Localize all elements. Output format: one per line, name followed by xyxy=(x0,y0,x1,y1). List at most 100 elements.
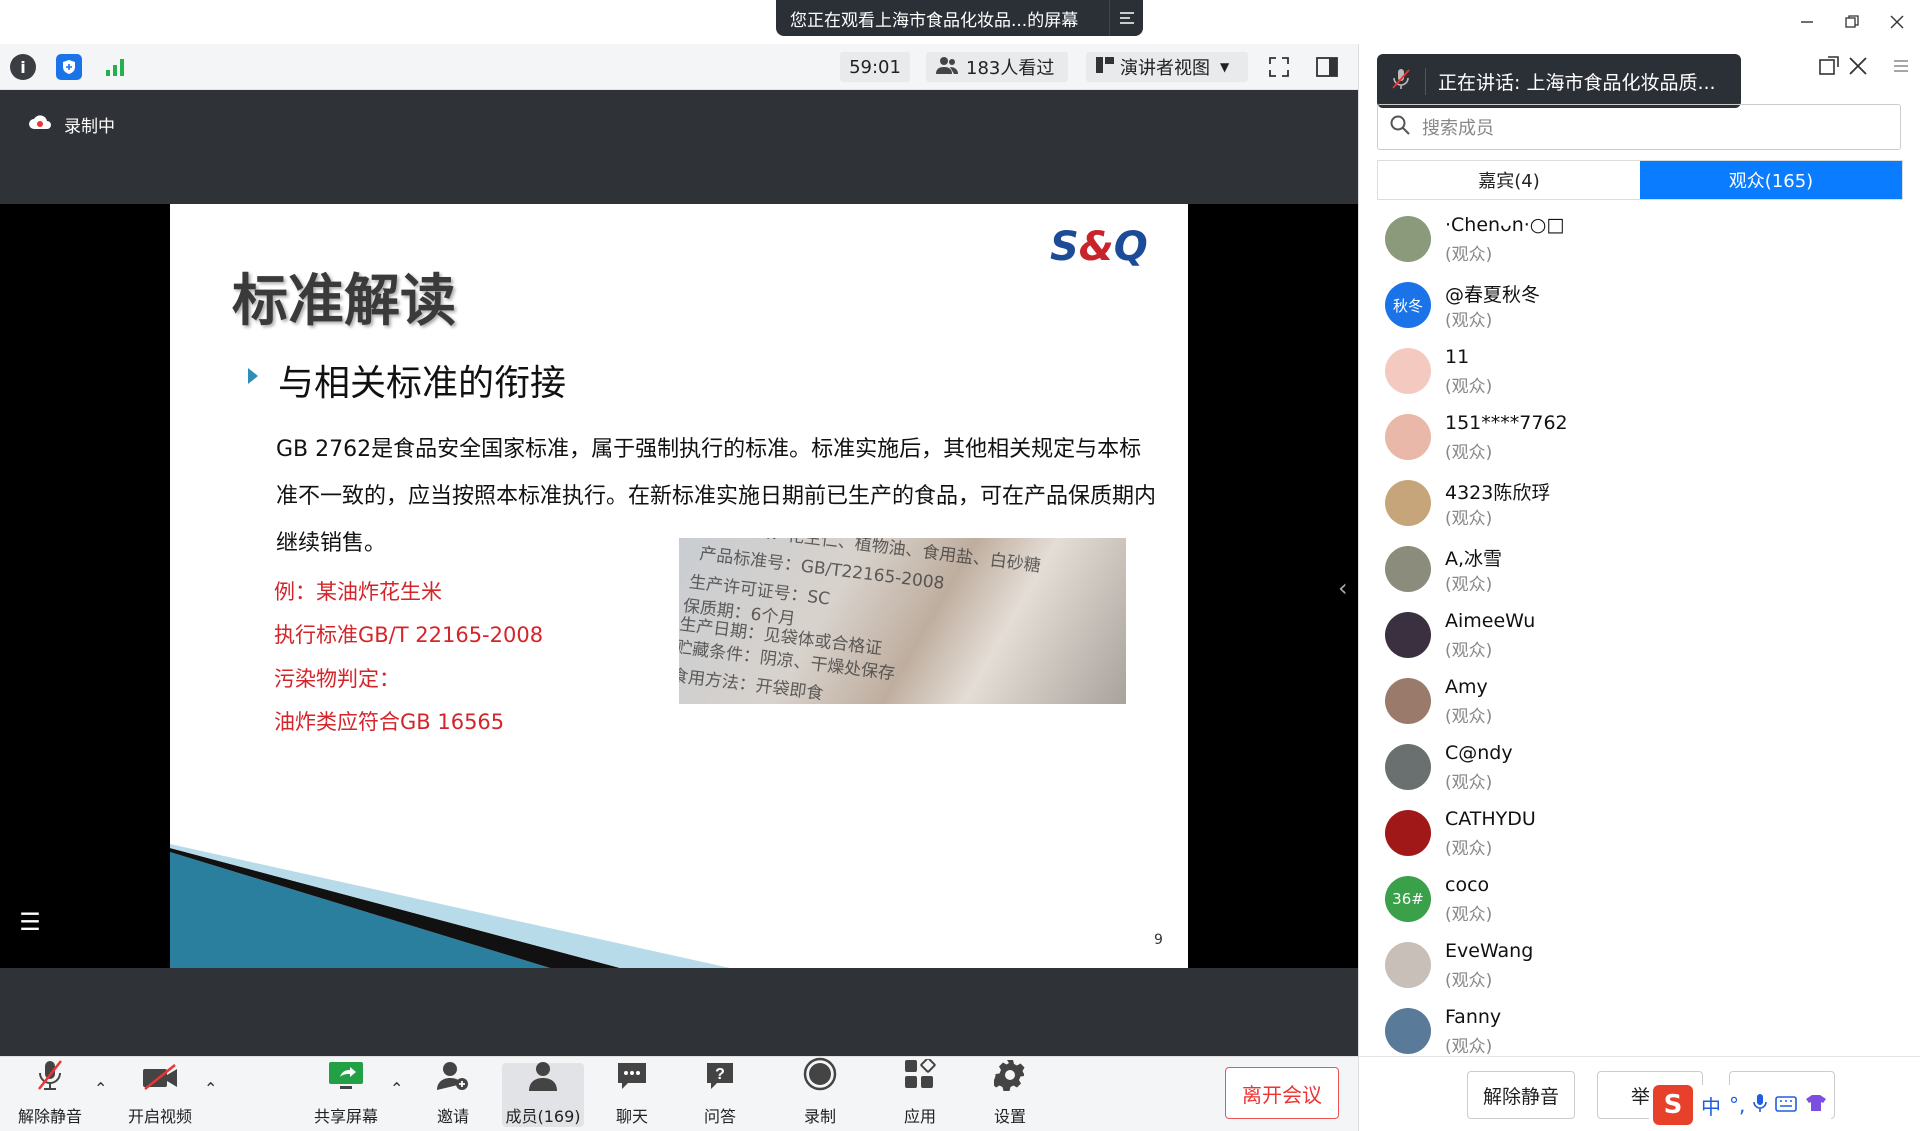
mic-off-icon xyxy=(1377,68,1425,95)
shield-icon[interactable] xyxy=(56,54,82,80)
list-item[interactable]: Amy (观众) xyxy=(1359,670,1920,736)
unmute-button[interactable]: 解除静音 xyxy=(12,1060,88,1127)
list-item[interactable]: 11 (观众) xyxy=(1359,340,1920,406)
unmute-label: 解除静音 xyxy=(17,1107,82,1126)
svg-text:?: ? xyxy=(715,1066,725,1083)
member-name: AimeeWu xyxy=(1445,610,1536,632)
chat-icon xyxy=(616,1061,648,1099)
search-icon xyxy=(1378,115,1422,140)
bullet-arrow-icon xyxy=(248,368,258,384)
member-name: A,冰雪 xyxy=(1445,548,1503,570)
start-video-button[interactable]: 开启视频 xyxy=(122,1063,198,1127)
title-bar: 您正在观看上海市食品化妆品...的屏幕 xyxy=(0,0,1920,44)
list-item[interactable]: AimeeWu (观众) xyxy=(1359,604,1920,670)
share-screen-button[interactable]: 共享屏幕 xyxy=(306,1062,386,1127)
chevron-up-icon[interactable]: ⌃ xyxy=(204,1079,217,1098)
camera-off-icon xyxy=(141,1063,179,1099)
leave-meeting-button[interactable]: 离开会议 xyxy=(1225,1067,1339,1119)
signal-icon[interactable] xyxy=(102,54,128,80)
invite-label: 邀请 xyxy=(436,1107,469,1126)
member-name: CATHYDU xyxy=(1445,808,1536,830)
share-banner-text: 您正在观看上海市食品化妆品...的屏幕 xyxy=(790,10,1079,31)
view-mode-dropdown[interactable]: 演讲者视图 ▼ xyxy=(1086,52,1248,82)
list-item[interactable]: ·Chenᴗn·○□ (观众) xyxy=(1359,208,1920,274)
apps-grid-icon xyxy=(904,1057,936,1099)
sidebar-toggle-icon[interactable] xyxy=(1314,54,1340,80)
cloud-record-icon xyxy=(28,114,52,135)
member-search-input[interactable]: 搜索成员 xyxy=(1377,104,1901,150)
member-role: (观众) xyxy=(1445,971,1493,991)
gear-icon xyxy=(992,1059,1026,1099)
apps-button[interactable]: 应用 xyxy=(882,1057,958,1127)
share-banner[interactable]: 您正在观看上海市食品化妆品...的屏幕 xyxy=(776,0,1143,36)
avatar: 秋冬 xyxy=(1385,282,1431,328)
skin-icon xyxy=(1805,1093,1827,1117)
speaking-tooltip: 正在讲话: 上海市食品化妆品质... xyxy=(1377,54,1741,108)
search-placeholder: 搜索成员 xyxy=(1422,118,1494,139)
close-icon[interactable] xyxy=(1883,8,1911,36)
avatar xyxy=(1385,414,1431,460)
member-name: coco xyxy=(1445,874,1490,896)
viewers-count[interactable]: 183人看过 xyxy=(926,52,1068,82)
avatar xyxy=(1385,612,1431,658)
list-item[interactable]: A,冰雪 (观众) xyxy=(1359,538,1920,604)
member-name: 11 xyxy=(1445,346,1470,368)
member-role: (观众) xyxy=(1445,443,1493,463)
fullscreen-icon[interactable] xyxy=(1266,54,1292,80)
member-role: (观众) xyxy=(1445,839,1493,859)
popout-icon[interactable] xyxy=(1819,56,1839,81)
menu-icon[interactable] xyxy=(1893,54,1909,78)
close-icon[interactable] xyxy=(1849,52,1867,82)
slide-page-number: 9 xyxy=(1154,932,1163,948)
avatar xyxy=(1385,678,1431,724)
avatar xyxy=(1385,480,1431,526)
member-name: ·Chenᴗn·○□ xyxy=(1445,214,1565,236)
chat-button[interactable]: 聊天 xyxy=(594,1063,670,1127)
people-icon xyxy=(936,56,958,79)
chevron-up-icon[interactable]: ⌃ xyxy=(94,1079,107,1098)
member-role: (观众) xyxy=(1445,707,1493,727)
avatar xyxy=(1385,1008,1431,1054)
list-item[interactable]: 36# coco (观众) xyxy=(1359,868,1920,934)
member-role: (观众) xyxy=(1445,1037,1493,1057)
presentation-slide: S&Q 标准解读 与相关标准的衔接 GB 2762是食品安全国家标准，属于强制执… xyxy=(170,204,1188,968)
list-item[interactable]: CATHYDU (观众) xyxy=(1359,802,1920,868)
slide-requirement-line: 油炸类应符合GB 16565 xyxy=(274,710,505,734)
invite-button[interactable]: 邀请 xyxy=(415,1062,491,1127)
ime-punct: °, xyxy=(1729,1093,1746,1117)
avatar xyxy=(1385,546,1431,592)
panel-footer: 解除静音 举手 改名 S 中 °, xyxy=(1359,1056,1920,1131)
list-icon[interactable] xyxy=(1109,0,1143,36)
members-button[interactable]: 成员(169) xyxy=(502,1062,584,1127)
ime-toolbar[interactable]: S 中 °, xyxy=(1649,1085,1832,1125)
sogou-icon: S xyxy=(1653,1085,1693,1125)
list-item[interactable]: 秋冬 @春夏秋冬 (观众) xyxy=(1359,274,1920,340)
slide-list-icon[interactable]: ☰ xyxy=(8,900,52,944)
restore-icon[interactable] xyxy=(1838,8,1866,36)
list-item[interactable]: 151****7762 (观众) xyxy=(1359,406,1920,472)
record-button[interactable]: 录制 xyxy=(782,1057,858,1127)
list-item[interactable]: EveWang (观众) xyxy=(1359,934,1920,1000)
info-icon[interactable]: i xyxy=(10,54,36,80)
avatar xyxy=(1385,942,1431,988)
record-icon xyxy=(803,1057,837,1099)
member-name: 151****7762 xyxy=(1445,412,1568,434)
avatar xyxy=(1385,348,1431,394)
tab-guests[interactable]: 嘉宾(4) xyxy=(1378,161,1640,199)
member-role: (观众) xyxy=(1445,311,1493,331)
tab-audience[interactable]: 观众(165) xyxy=(1640,161,1902,199)
chevron-down-icon: ▼ xyxy=(1220,60,1230,74)
question-icon: ? xyxy=(705,1061,735,1099)
list-item[interactable]: C@ndy (观众) xyxy=(1359,736,1920,802)
shared-screen-area: 录制中 S&Q 标准解读 与相关标准的衔接 GB 2762是食品安全国家标准，属… xyxy=(0,90,1358,1056)
members-label: 成员(169) xyxy=(505,1107,581,1126)
speaking-text: 正在讲话: 上海市食品化妆品质... xyxy=(1425,67,1716,95)
minimize-icon[interactable] xyxy=(1793,8,1821,36)
member-name: Amy xyxy=(1445,676,1488,698)
chevron-up-icon[interactable]: ⌃ xyxy=(390,1079,403,1098)
chevron-left-icon[interactable]: ‹ xyxy=(1338,574,1348,602)
list-item[interactable]: 4323陈欣琈 (观众) xyxy=(1359,472,1920,538)
unmute-button[interactable]: 解除静音 xyxy=(1467,1071,1575,1119)
qa-button[interactable]: ? 问答 xyxy=(682,1063,758,1127)
settings-button[interactable]: 设置 xyxy=(972,1060,1048,1127)
